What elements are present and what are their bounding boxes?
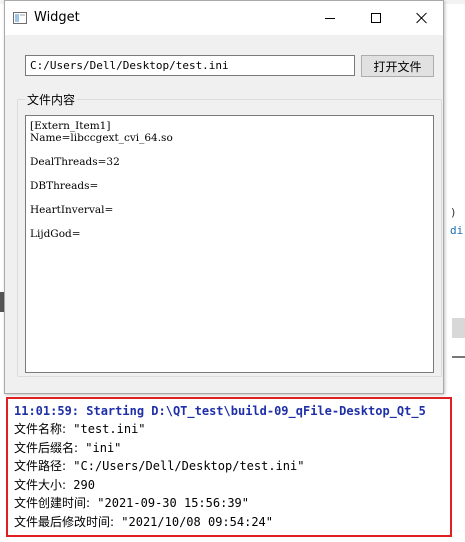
console-line: 文件创建时间: "2021-09-30 15:56:39" [14, 494, 444, 513]
content-line [30, 168, 429, 180]
console-label: 文件大小: [14, 477, 67, 492]
file-path-input[interactable] [25, 55, 355, 76]
console-value: "2021/10/08 09:54:24" [121, 514, 273, 529]
content-line: DBThreads= [30, 180, 99, 192]
content-line [30, 216, 429, 228]
console-value: "2021-09-30 15:56:39" [97, 496, 249, 511]
minimize-icon [325, 17, 335, 19]
content-line: LijdGod= [30, 228, 81, 240]
application-output-console[interactable]: 11:01:59: Starting D:\QT_test\build-09_q… [6, 397, 452, 537]
content-line: HeartInverval= [30, 204, 114, 216]
close-icon [416, 12, 428, 24]
content-line: [Extern_Item1] [30, 120, 111, 132]
background-scrollbar [452, 318, 465, 338]
content-line: DealThreads=32 [30, 156, 120, 168]
maximize-button[interactable] [353, 1, 399, 35]
console-line: 文件路径: "C:/Users/Dell/Desktop/test.ini" [14, 457, 444, 476]
console-line: 文件名称: "test.ini" [14, 420, 444, 439]
console-label: 文件名称: [14, 422, 67, 436]
console-value: "ini" [85, 440, 122, 455]
open-file-button[interactable]: 打开文件 [361, 55, 434, 77]
console-start-line: 11:01:59: Starting D:\QT_test\build-09_q… [14, 404, 426, 418]
console-value: "test.ini" [73, 422, 146, 436]
content-line: Name=libccgext_cvi_64.so [30, 132, 173, 144]
maximize-icon [371, 13, 381, 23]
minimize-button[interactable] [307, 1, 353, 35]
file-content-textarea[interactable]: [Extern_Item1] Name=libccgext_cvi_64.so … [25, 115, 434, 373]
widget-window: Widget 打开文件 文件内容 [Extern_Item1] Name=lib… [4, 0, 444, 394]
content-line [30, 144, 429, 156]
console-line: 文件最后修改时间: "2021/10/08 09:54:24" [14, 513, 444, 532]
screen: ) di Widget 打开文件 文件内容 [Extern_Item1] Nam… [0, 0, 465, 542]
group-title: 文件内容 [25, 91, 78, 108]
app-window-icon [13, 12, 27, 24]
background-code-fragment: di [450, 224, 464, 237]
console-label: 文件创建时间: [14, 496, 91, 511]
console-line: 文件大小: 290 [14, 476, 444, 495]
title-bar[interactable]: Widget [5, 1, 443, 35]
content-line [30, 192, 429, 204]
background-divider [452, 356, 465, 358]
console-label: 文件后缀名: [14, 440, 79, 455]
window-title: Widget [34, 10, 80, 25]
console-label: 文件路径: [14, 459, 67, 474]
console-value: 290 [73, 477, 95, 492]
background-code-fragment: ) [450, 206, 457, 219]
console-value: "C:/Users/Dell/Desktop/test.ini" [73, 459, 305, 474]
console-label: 文件最后修改时间: [14, 514, 115, 529]
console-line: 文件后缀名: "ini" [14, 439, 444, 458]
close-button[interactable] [399, 1, 445, 35]
